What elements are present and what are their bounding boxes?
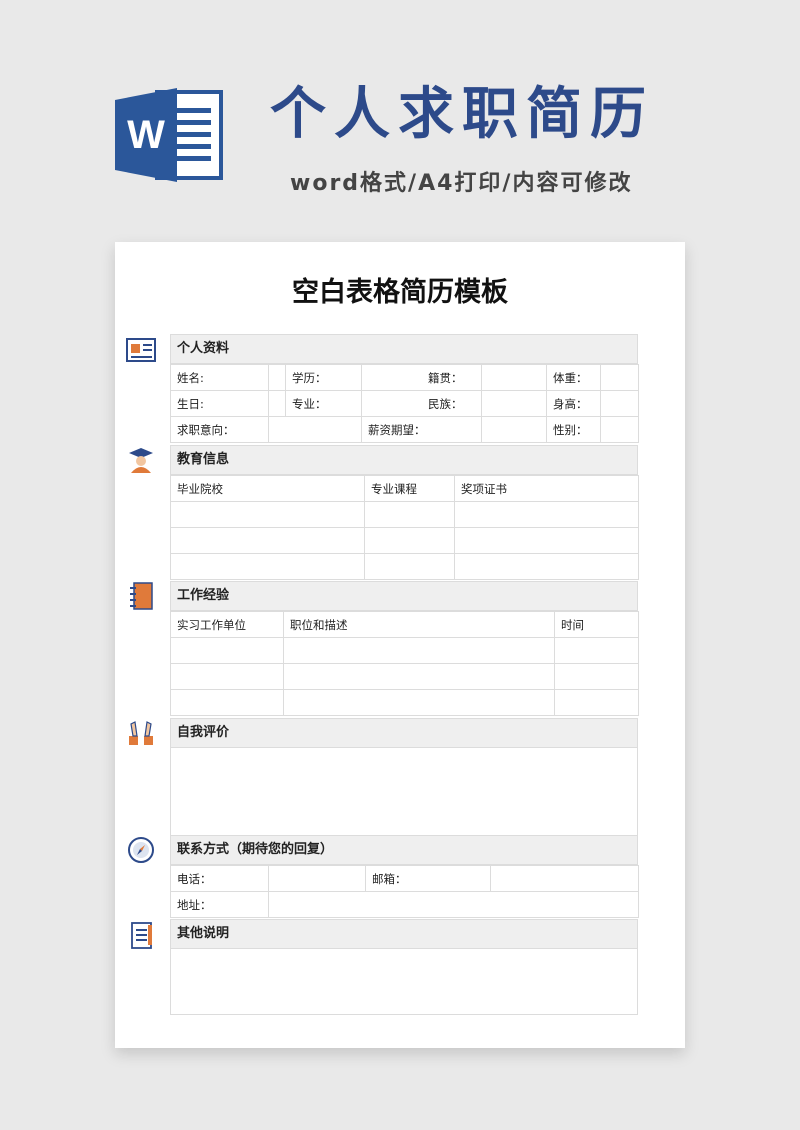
table-cell[interactable] xyxy=(454,501,639,528)
contact-table: 电话： 邮箱： 地址： xyxy=(170,865,639,918)
word-logo-letter: W xyxy=(127,113,165,157)
table-row xyxy=(170,527,639,554)
table-cell[interactable] xyxy=(283,663,555,690)
table-cell[interactable] xyxy=(454,553,639,580)
self-eval-section-title: 自我评价 xyxy=(170,718,638,748)
table-cell[interactable] xyxy=(283,637,555,664)
gender-value-cell[interactable] xyxy=(600,416,639,443)
name-value-cell[interactable] xyxy=(268,364,286,391)
column-header: 职位和描述 xyxy=(283,611,555,638)
table-header-row: 实习工作单位 职位和描述 时间 xyxy=(170,611,639,638)
hometown-value-cell[interactable] xyxy=(481,364,547,391)
education-table: 毕业院校 专业课程 奖项证书 xyxy=(170,475,639,580)
table-row: 生日: 专业： 民族： 身高： xyxy=(170,390,639,417)
resume-paper: 空白表格简历模板 个人资料 姓名: 学历： 籍贯： 体重： 生日: 专业： 民族… xyxy=(115,242,685,1048)
hero-title: 个人求职简历 xyxy=(270,82,654,147)
table-row xyxy=(170,501,639,528)
table-cell[interactable] xyxy=(283,689,555,716)
weight-label: 体重： xyxy=(546,364,601,391)
work-section-title: 工作经验 xyxy=(170,581,638,611)
table-cell[interactable] xyxy=(170,501,365,528)
hometown-label: 籍贯： xyxy=(361,364,482,391)
work-table: 实习工作单位 职位和描述 时间 xyxy=(170,611,639,716)
other-notes-textarea[interactable] xyxy=(170,949,638,1015)
table-row xyxy=(170,553,639,580)
table-cell[interactable] xyxy=(554,637,639,664)
document-title: 空白表格简历模板 xyxy=(292,277,508,308)
table-cell[interactable] xyxy=(170,663,284,690)
salary-label: 薪资期望： xyxy=(361,416,482,443)
email-label: 邮箱： xyxy=(365,865,491,892)
education-label: 学历： xyxy=(285,364,362,391)
salary-value-cell[interactable] xyxy=(481,416,547,443)
table-row: 电话： 邮箱： xyxy=(170,865,639,892)
address-value-cell[interactable] xyxy=(268,891,639,918)
clipboard-icon xyxy=(131,922,152,949)
personal-section-title: 个人资料 xyxy=(170,334,638,364)
id-card-icon xyxy=(126,338,156,362)
contact-section: 联系方式（期待您的回复） 电话： 邮箱： 地址： xyxy=(170,835,639,918)
table-row: 姓名: 学历： 籍贯： 体重： xyxy=(170,364,639,391)
column-header: 时间 xyxy=(554,611,639,638)
column-header: 实习工作单位 xyxy=(170,611,284,638)
graduate-icon xyxy=(129,448,153,473)
birthday-label: 生日: xyxy=(170,390,269,417)
education-section: 教育信息 毕业院校 专业课程 奖项证书 xyxy=(170,445,639,580)
hero-subtitle: word格式/A4打印/内容可修改 xyxy=(290,171,633,196)
table-cell[interactable] xyxy=(554,663,639,690)
table-cell[interactable] xyxy=(554,689,639,716)
ethnicity-value-cell[interactable] xyxy=(481,390,547,417)
column-header: 专业课程 xyxy=(364,475,455,502)
job-intent-label: 求职意向： xyxy=(170,416,269,443)
phone-value-cell[interactable] xyxy=(268,865,366,892)
table-row xyxy=(170,663,639,690)
weight-value-cell[interactable] xyxy=(600,364,639,391)
table-cell[interactable] xyxy=(170,689,284,716)
table-cell[interactable] xyxy=(170,553,365,580)
table-cell[interactable] xyxy=(170,637,284,664)
birthday-value-cell[interactable] xyxy=(268,390,286,417)
personal-table: 姓名: 学历： 籍贯： 体重： 生日: 专业： 民族： 身高： 求职意向： 薪资… xyxy=(170,364,639,443)
phone-label: 电话： xyxy=(170,865,269,892)
column-header: 毕业院校 xyxy=(170,475,365,502)
word-logo-icon: W xyxy=(115,88,223,182)
name-label: 姓名: xyxy=(170,364,269,391)
self-eval-section: 自我评价 xyxy=(170,718,638,836)
job-intent-value-cell[interactable] xyxy=(268,416,362,443)
hands-up-icon xyxy=(129,721,153,745)
notebook-icon xyxy=(130,582,153,610)
gender-label: 性别： xyxy=(546,416,601,443)
table-cell[interactable] xyxy=(170,527,365,554)
table-cell[interactable] xyxy=(364,527,455,554)
email-value-cell[interactable] xyxy=(490,865,639,892)
contact-section-title: 联系方式（期待您的回复） xyxy=(170,835,638,865)
education-section-title: 教育信息 xyxy=(170,445,638,475)
self-eval-textarea[interactable] xyxy=(170,748,638,836)
table-row: 求职意向： 薪资期望： 性别： xyxy=(170,416,639,443)
table-cell[interactable] xyxy=(364,553,455,580)
table-row: 地址： xyxy=(170,891,639,918)
height-value-cell[interactable] xyxy=(600,390,639,417)
major-label: 专业： xyxy=(285,390,362,417)
address-label: 地址： xyxy=(170,891,269,918)
table-row xyxy=(170,637,639,664)
table-row xyxy=(170,689,639,716)
table-header-row: 毕业院校 专业课程 奖项证书 xyxy=(170,475,639,502)
other-section-title: 其他说明 xyxy=(170,919,638,949)
other-section: 其他说明 xyxy=(170,919,638,1015)
ethnicity-label: 民族： xyxy=(361,390,482,417)
personal-section: 个人资料 姓名: 学历： 籍贯： 体重： 生日: 专业： 民族： 身高： 求职意… xyxy=(170,334,639,443)
table-cell[interactable] xyxy=(454,527,639,554)
table-cell[interactable] xyxy=(364,501,455,528)
work-section: 工作经验 实习工作单位 职位和描述 时间 xyxy=(170,581,639,716)
height-label: 身高： xyxy=(546,390,601,417)
compass-icon xyxy=(128,837,154,863)
column-header: 奖项证书 xyxy=(454,475,639,502)
